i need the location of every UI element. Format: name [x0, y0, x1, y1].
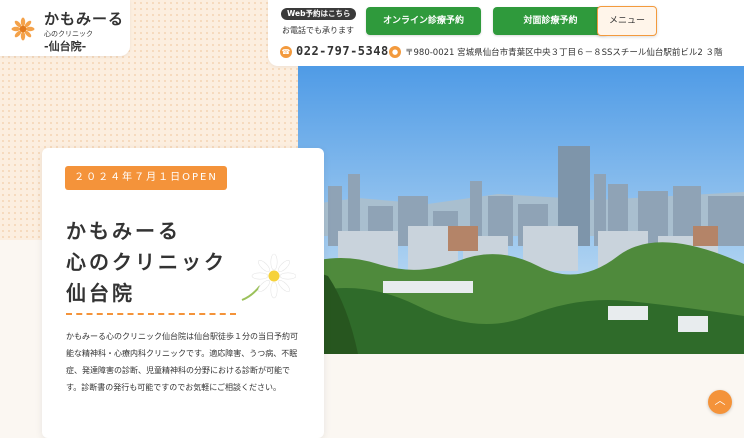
clinic-title: かもみーる 心のクリニック 仙台院	[66, 216, 227, 309]
menu-button[interactable]: メニュー	[597, 6, 657, 36]
daisy-icon	[241, 253, 296, 301]
in-person-consultation-button[interactable]: 対面診療予約	[493, 7, 608, 35]
web-reservation-badge: Web予約はこちら	[281, 8, 357, 20]
clinic-address: 〒980-0021 宮城県仙台市青葉区中央３丁目６－８SSスチール仙台駅前ビル2…	[405, 48, 723, 58]
title-line-2: 心のクリニック	[66, 250, 227, 274]
online-consultation-button[interactable]: オンライン診療予約	[366, 7, 481, 35]
phone-note: お電話でも承ります	[282, 26, 354, 35]
logo-name: かもみーる	[44, 10, 125, 28]
header-bar: Web予約はこちら お電話でも承ります オンライン診療予約 対面診療予約 メニュ…	[268, 0, 744, 66]
location-pin-icon: ●	[389, 46, 401, 58]
site-logo[interactable]: かもみーる 心のクリニック -仙台院-	[0, 0, 130, 56]
title-underline	[66, 313, 236, 315]
logo-branch: -仙台院-	[44, 40, 87, 53]
chamomile-icon	[11, 17, 35, 41]
hero-city-photo	[298, 66, 744, 354]
clinic-description: かもみーる心のクリニック仙台院は仙台駅徒歩１分の当日予約可能な精神科・心療内科ク…	[66, 332, 298, 392]
hero-info-card: ２０２４年７月１日OPEN かもみーる 心のクリニック 仙台院 かもみーる心のク…	[42, 148, 324, 438]
title-line-3: 仙台院	[66, 281, 135, 305]
scroll-to-top-button[interactable]: ︿	[708, 390, 732, 414]
opening-date-badge: ２０２４年７月１日OPEN	[65, 166, 227, 190]
title-line-1: かもみーる	[66, 219, 181, 243]
phone-number[interactable]: 022-797-5348	[296, 44, 389, 58]
phone-icon: ☎	[280, 46, 292, 58]
